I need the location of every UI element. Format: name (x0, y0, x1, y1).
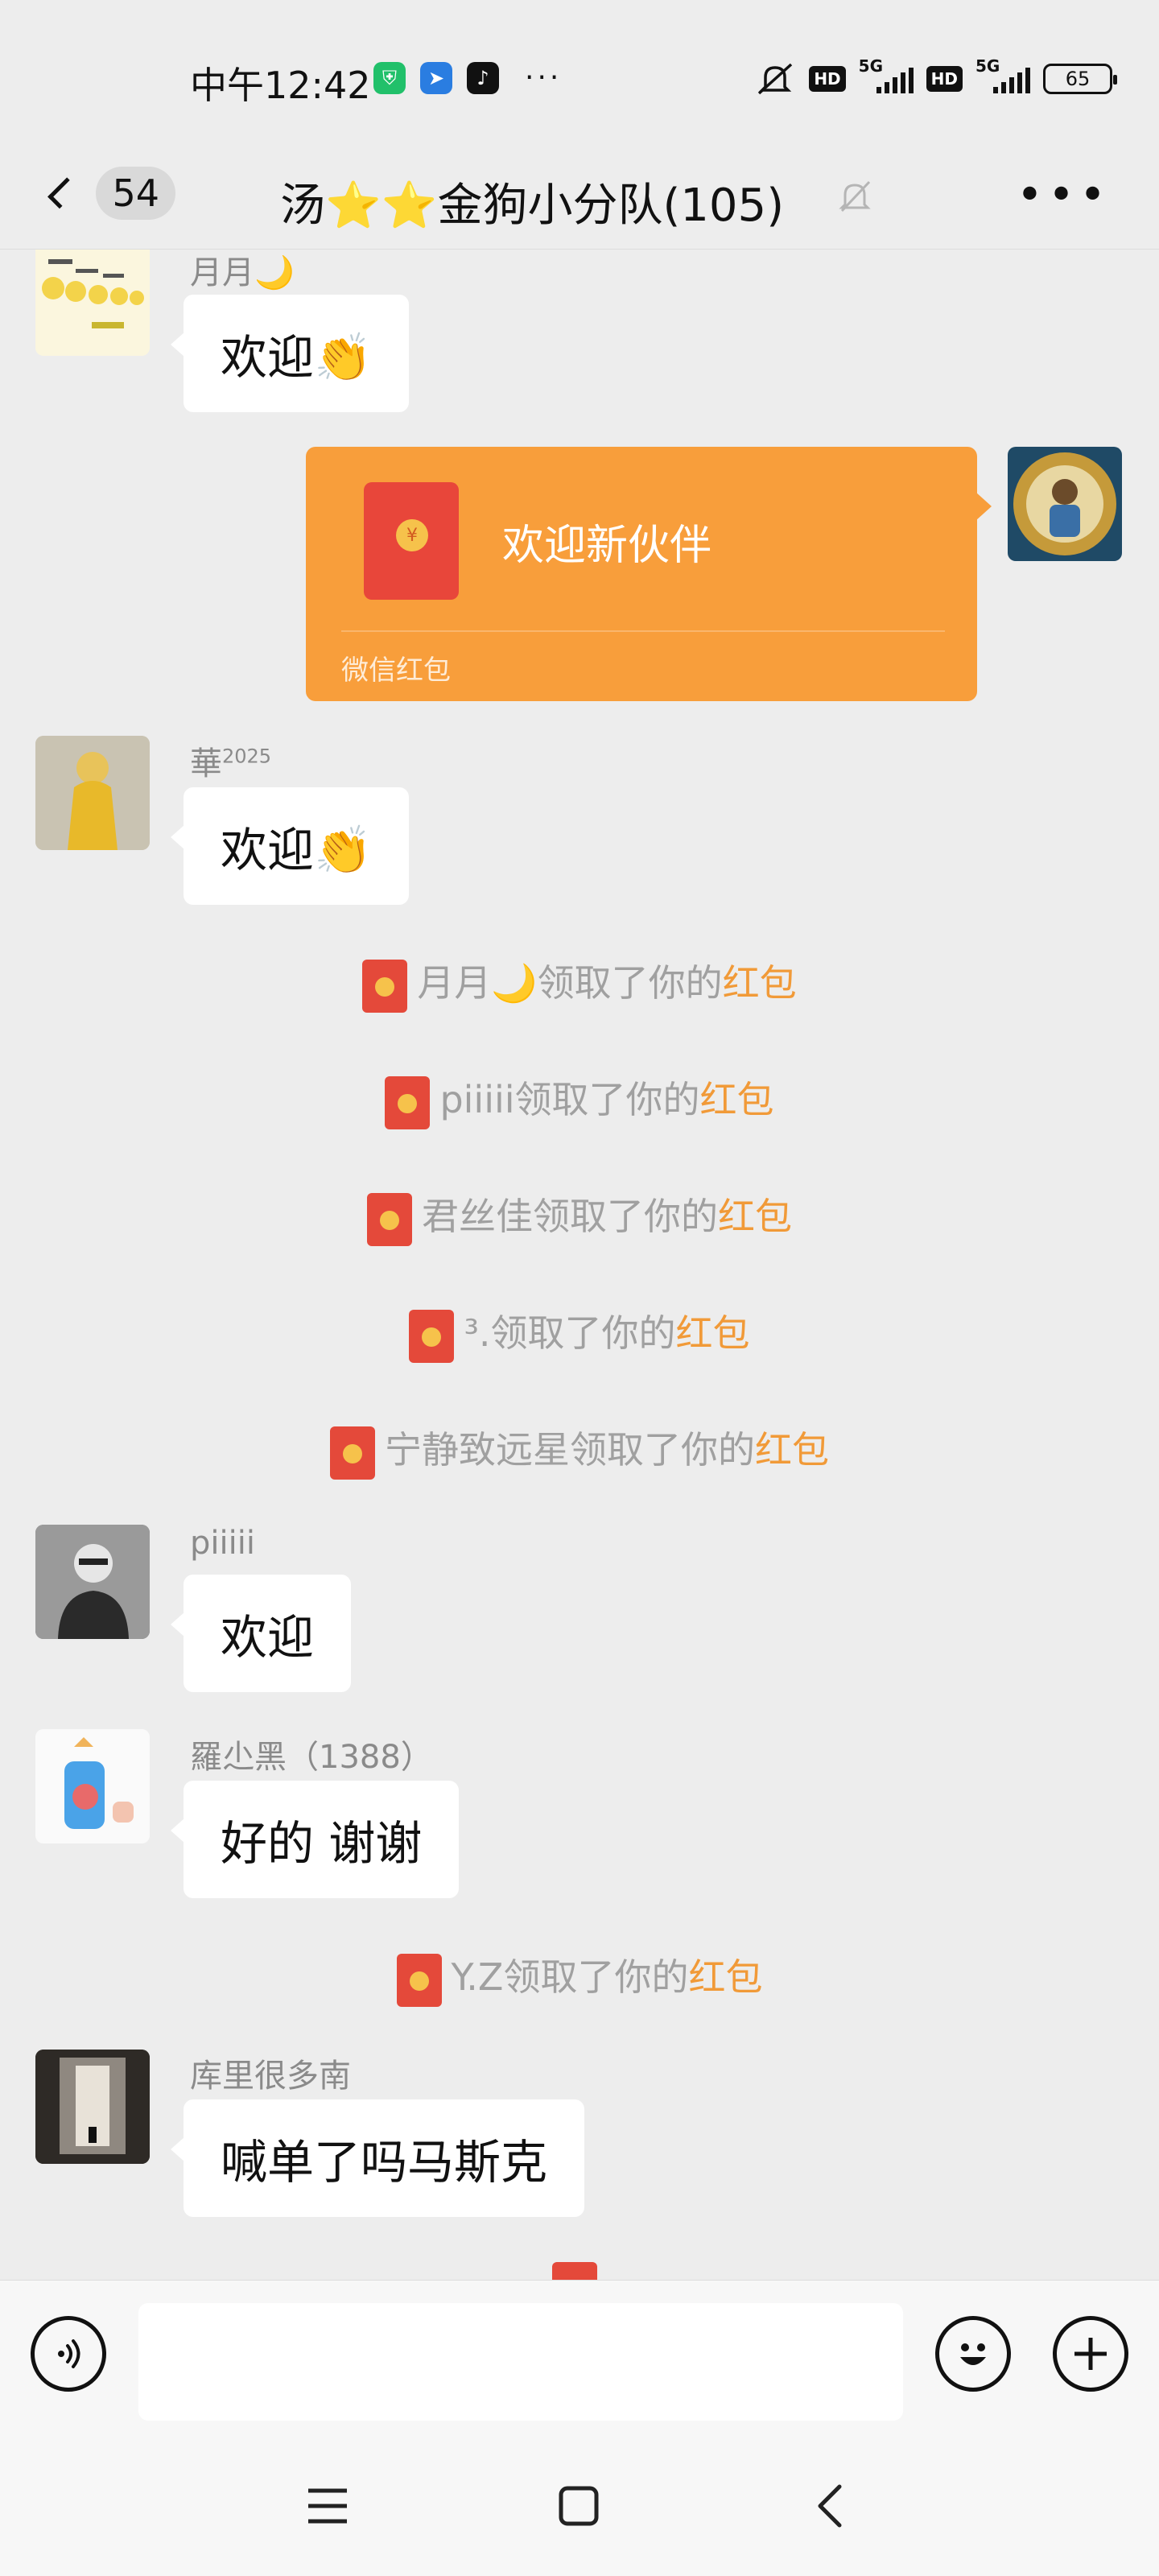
red-packet-link[interactable]: 红包 (676, 1311, 750, 1355)
back-button[interactable]: 54 (47, 153, 175, 233)
avatar-image (35, 1525, 150, 1639)
avatar-piiiii[interactable] (35, 1525, 150, 1639)
voice-icon (58, 2339, 80, 2368)
red-envelope-icon (396, 1953, 442, 2007)
red-envelope-icon (409, 1309, 455, 1363)
plus-button[interactable] (1053, 2316, 1128, 2392)
system-notice: Y.Z领取了你的红包 (0, 1948, 1159, 2007)
avatar-image (35, 1729, 150, 1843)
sender-name: 月月🌙 (190, 254, 295, 291)
status-time: 中午12:42 (190, 64, 371, 107)
emoji-icon (960, 2343, 986, 2365)
music-app-icon: ♪ (467, 61, 499, 94)
avatar-image (42, 259, 144, 328)
sender-name: 库里很多南 (190, 2058, 351, 2095)
system-nav-bar (0, 2421, 1159, 2576)
message-bubble[interactable]: 喊单了吗马斯克 (170, 2099, 585, 2217)
back-nav-button[interactable] (794, 2470, 866, 2542)
silent-bell-icon (758, 63, 793, 95)
coin-icon: ¥ (396, 519, 428, 551)
system-notice: ³.领取了你的红包 (0, 1304, 1159, 1363)
avatar-hua[interactable] (35, 736, 150, 850)
message-bubble[interactable]: 欢迎 (170, 1575, 352, 1692)
system-notice: 宁静致远星领取了你的红包 (0, 1421, 1159, 1480)
message-input[interactable] (138, 2303, 903, 2421)
chevron-left-icon (47, 177, 80, 209)
red-envelope-icon: ¥ (364, 482, 459, 600)
sender-name: piiiii (190, 1525, 255, 1562)
hd-badge-2: HD (926, 66, 963, 92)
menu-nav-button[interactable] (291, 2470, 364, 2542)
red-packet-link[interactable]: 红包 (718, 1195, 792, 1238)
back-icon (818, 2484, 842, 2528)
signal-icon-2: 5G (975, 56, 1030, 93)
status-indicators: HD 5G HD 5G 65 (754, 56, 1117, 97)
message-list[interactable]: 月月🌙 欢迎👏 ¥ 欢迎新伙伴 微信红包 華2025 欢迎👏 月月🌙领取了你的红… (0, 250, 1159, 2280)
system-notice-partial (0, 2262, 1159, 2280)
input-bar (0, 2280, 1159, 2421)
status-app-icons: ⛨ ➤ ♪ ··· (373, 61, 562, 94)
chat-title: 汤⭐⭐金狗小分队(105) (280, 180, 785, 232)
status-more-indicator: ··· (525, 61, 563, 94)
avatar-luoxiaohei[interactable] (35, 1729, 150, 1843)
red-envelope-icon (385, 1075, 431, 1129)
red-packet-link[interactable]: 红包 (723, 961, 797, 1005)
avatar-image (35, 736, 150, 850)
home-icon (559, 2486, 599, 2526)
system-notice: 月月🌙领取了你的红包 (0, 954, 1159, 1013)
message-bubble[interactable]: 欢迎👏 (170, 787, 410, 905)
red-packet-link[interactable]: 红包 (700, 1078, 774, 1121)
red-packet-greeting: 欢迎新伙伴 (502, 522, 712, 570)
avatar-yueyue[interactable] (35, 250, 150, 356)
sender-name: 羅尐黑（1388） (190, 1739, 433, 1776)
chat-header: 54 汤⭐⭐金狗小分队(105) ••• (0, 137, 1159, 250)
red-envelope-icon (367, 1192, 412, 1246)
red-packet-link[interactable]: 红包 (688, 1955, 762, 1999)
signal-icon-1: 5G (859, 56, 914, 93)
system-notice: piiiii领取了你的红包 (0, 1071, 1159, 1129)
red-envelope-icon (552, 2262, 597, 2280)
avatar-image (35, 2050, 150, 2164)
shield-app-icon: ⛨ (373, 61, 406, 94)
avatar-self[interactable] (1008, 447, 1122, 561)
menu-icon (308, 2488, 347, 2524)
more-options-button[interactable]: ••• (1017, 169, 1111, 221)
bookmark-app-icon: ➤ (420, 61, 452, 94)
red-packet-link[interactable]: 红包 (755, 1428, 829, 1472)
red-envelope-icon (330, 1426, 375, 1480)
voice-button[interactable] (31, 2316, 106, 2392)
plus-icon (1074, 2338, 1107, 2370)
status-bar: 中午12:42 ⛨ ➤ ♪ ··· HD 5G HD 5G 65 (0, 0, 1159, 153)
sender-name: 華2025 (190, 745, 272, 782)
divider (341, 630, 945, 632)
battery-icon: 65 (1043, 64, 1117, 94)
avatar-image (1013, 452, 1116, 555)
message-bubble[interactable]: 好的 谢谢 (170, 1781, 460, 1898)
home-nav-button[interactable] (542, 2470, 615, 2542)
red-envelope-icon (362, 959, 408, 1013)
mute-bell-icon (839, 180, 871, 213)
emoji-button[interactable] (935, 2316, 1011, 2392)
message-bubble[interactable]: 欢迎👏 (170, 295, 410, 412)
red-packet-message[interactable]: ¥ 欢迎新伙伴 微信红包 (306, 447, 992, 701)
red-packet-label: 微信红包 (341, 654, 451, 687)
avatar-kuli[interactable] (35, 2050, 150, 2164)
unread-count-badge: 54 (96, 167, 175, 220)
hd-badge-1: HD (809, 66, 846, 92)
system-notice: 君丝佳领取了你的红包 (0, 1187, 1159, 1246)
